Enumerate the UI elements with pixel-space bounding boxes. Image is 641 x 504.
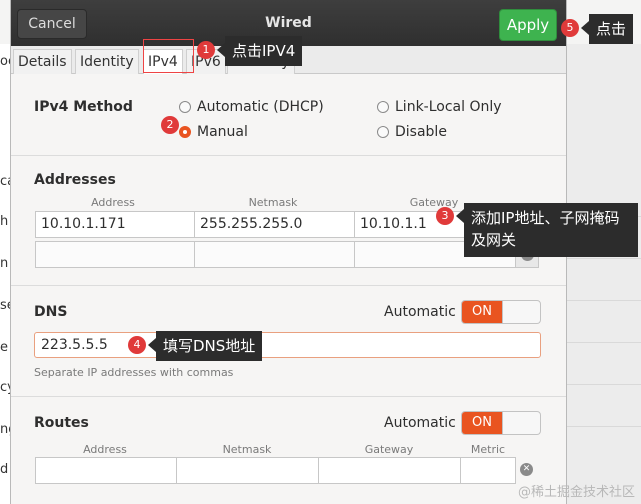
switch-on-label: ON (462, 412, 502, 434)
annotation-note-5: 点击 (589, 14, 634, 44)
radio-indicator[interactable] (377, 101, 389, 113)
annotation-badge-2: 2 (161, 116, 179, 134)
dns-label: DNS (34, 304, 68, 320)
ipv4-tab-highlight (143, 39, 194, 73)
radio-label: Disable (395, 124, 447, 140)
column-header-metric: Metric (470, 443, 506, 456)
dns-hint: Separate IP addresses with commas (34, 366, 234, 379)
annotation-badge-3: 3 (436, 207, 454, 225)
column-header-netmask: Netmask (248, 196, 298, 209)
radio-label: Link-Local Only (395, 99, 502, 115)
annotation-pointer (456, 209, 464, 223)
annotation-note-4: 填写DNS地址 (156, 331, 263, 361)
netmask-input[interactable] (194, 241, 355, 268)
route-metric-input[interactable] (460, 457, 516, 484)
switch-knob[interactable] (502, 301, 540, 323)
watermark: @稀土掘金技术社区 (517, 485, 635, 500)
routes-label: Routes (34, 415, 89, 431)
background-divider (566, 426, 641, 427)
annotation-badge-5: 5 (561, 19, 579, 37)
background-divider (566, 258, 641, 259)
annotation-pointer (148, 338, 156, 352)
radio-indicator[interactable] (179, 101, 191, 113)
dns-automatic-label: Automatic (384, 304, 456, 320)
switch-knob[interactable] (502, 412, 540, 434)
background-divider (566, 342, 641, 343)
radio-indicator-selected[interactable] (179, 126, 191, 138)
annotation-note-3: 添加IP地址、子网掩码及网关 (464, 203, 638, 257)
radio-link-local-only[interactable]: Link-Local Only (377, 99, 502, 115)
annotation-badge-1: 1 (197, 41, 215, 59)
annotation-badge-4: 4 (128, 336, 146, 354)
tab-details[interactable]: Details (13, 49, 72, 74)
annotation-note-1: 点击IPV4 (225, 36, 303, 66)
column-header-gateway: Gateway (364, 443, 414, 456)
column-header-address: Address (83, 443, 127, 456)
tab-identity[interactable]: Identity (75, 49, 139, 74)
section-divider (11, 285, 566, 286)
ipv4-method-label: IPv4 Method (34, 99, 133, 115)
switch-on-label: ON (462, 301, 502, 323)
section-divider (11, 155, 566, 156)
route-address-input[interactable] (35, 457, 177, 484)
route-netmask-input[interactable] (176, 457, 319, 484)
radio-label: Automatic (DHCP) (197, 99, 324, 115)
annotation-pointer (581, 21, 589, 35)
background-divider (566, 384, 641, 385)
delete-icon: ✕ (520, 463, 533, 476)
dns-automatic-switch[interactable]: ON (461, 300, 541, 324)
annotation-pointer (217, 43, 225, 57)
background-panel (566, 44, 641, 504)
radio-label: Manual (197, 124, 248, 140)
radio-disable[interactable]: Disable (377, 124, 447, 140)
route-gateway-input[interactable] (318, 457, 461, 484)
routes-automatic-label: Automatic (384, 415, 456, 431)
radio-manual[interactable]: Manual (179, 124, 248, 140)
section-divider (11, 396, 566, 397)
column-header-netmask: Netmask (222, 443, 272, 456)
delete-route-button[interactable]: ✕ (515, 457, 539, 484)
background-divider (566, 300, 641, 301)
cancel-button[interactable]: Cancel (17, 9, 87, 39)
apply-button[interactable]: Apply (499, 9, 557, 41)
dns-input[interactable]: 223.5.5.5 (34, 332, 541, 358)
netmask-input[interactable]: 255.255.255.0 (194, 211, 355, 238)
addresses-label: Addresses (34, 172, 116, 188)
column-header-address: Address (91, 196, 135, 209)
radio-indicator[interactable] (377, 126, 389, 138)
routes-automatic-switch[interactable]: ON (461, 411, 541, 435)
ipv4-settings-panel: IPv4 Method Automatic (DHCP) Link-Local … (11, 75, 566, 504)
address-input[interactable] (35, 241, 195, 268)
radio-automatic-dhcp[interactable]: Automatic (DHCP) (179, 99, 324, 115)
address-input[interactable]: 10.10.1.171 (35, 211, 195, 238)
